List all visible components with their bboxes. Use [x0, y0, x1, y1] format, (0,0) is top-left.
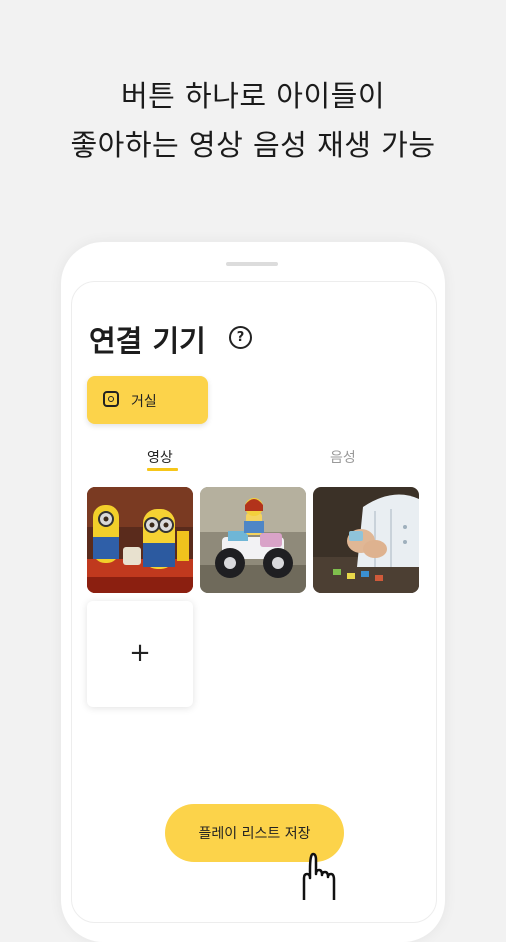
video-thumbnail-lego-truck[interactable]	[200, 487, 306, 593]
headline-line-2: 좋아하는 영상 음성 재생 가능	[70, 128, 436, 162]
speaker-icon	[103, 391, 119, 407]
save-playlist-label: 플레이 리스트 저장	[198, 826, 311, 842]
lego-truck-image	[200, 487, 306, 593]
page-title: 연결 기기	[89, 324, 206, 358]
device-chip-living-room[interactable]: 거실	[87, 376, 208, 424]
minion-toys-image	[87, 487, 193, 593]
tab-active-indicator	[147, 468, 178, 471]
video-thumbnail-child-playing[interactable]	[313, 487, 419, 593]
video-thumbnail-minions[interactable]	[87, 487, 193, 593]
pointing-hand-icon	[302, 852, 336, 900]
tab-audio[interactable]: 음성	[330, 447, 356, 467]
headline: 버튼 하나로 아이들이 좋아하는 영상 음성 재생 가능	[0, 72, 506, 170]
child-playing-image	[313, 487, 419, 593]
plus-icon: +	[129, 638, 151, 668]
help-icon[interactable]: ?	[229, 326, 252, 349]
phone-notch	[226, 262, 278, 266]
device-label: 거실	[131, 394, 157, 410]
add-video-button[interactable]: +	[87, 601, 193, 707]
tab-video[interactable]: 영상	[147, 447, 173, 467]
headline-line-1: 버튼 하나로 아이들이	[120, 79, 386, 113]
